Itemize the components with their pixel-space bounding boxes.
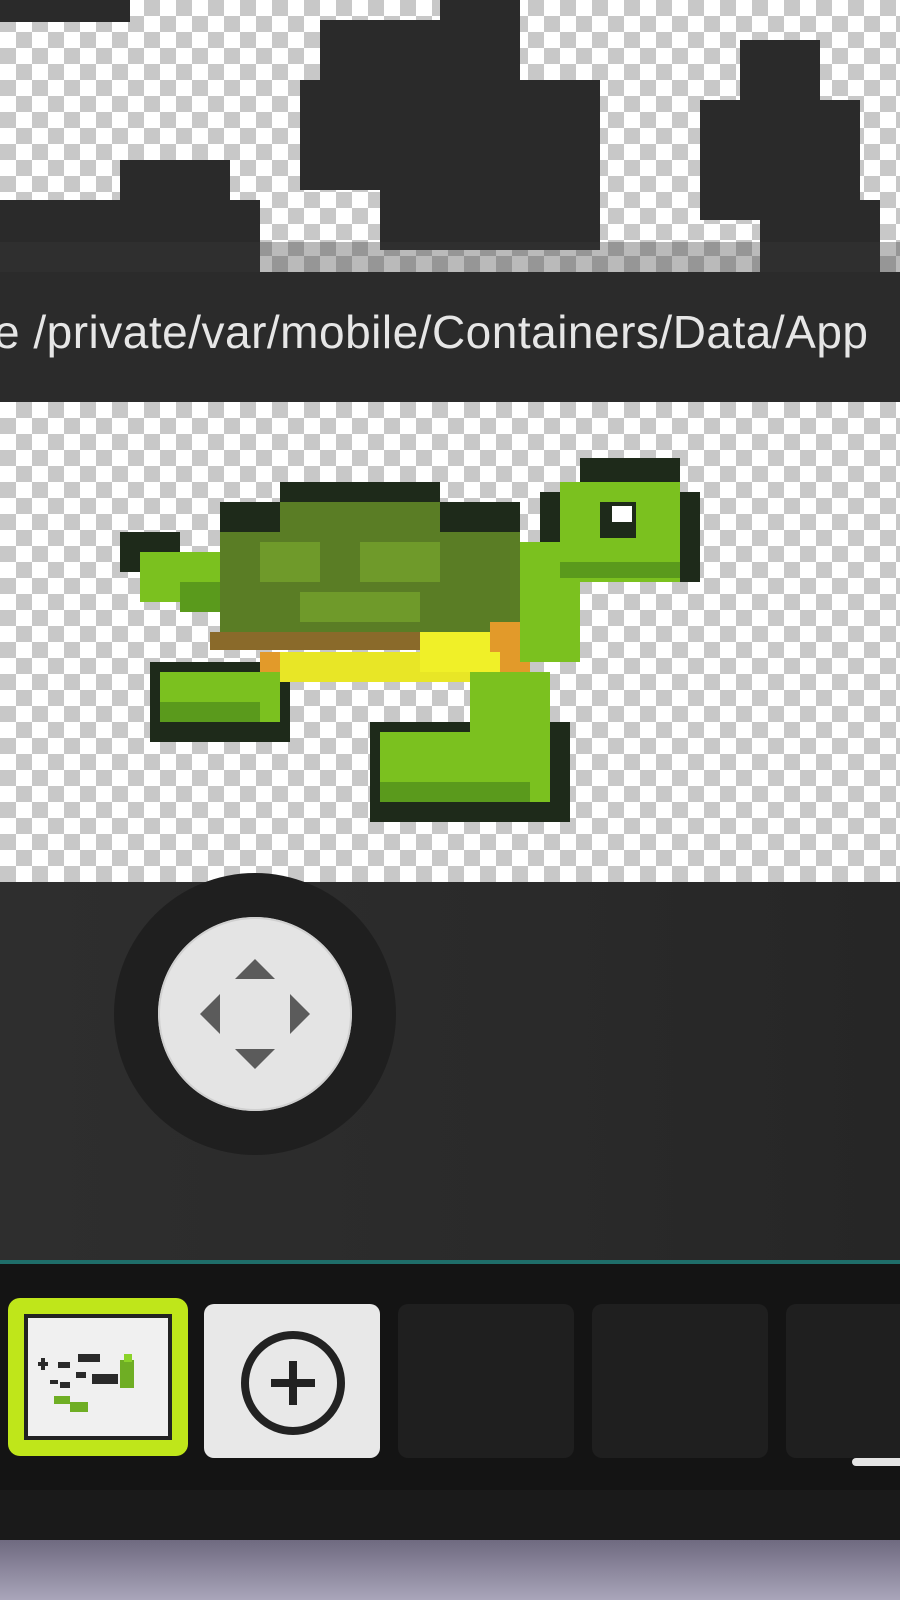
file-path-bar: e /private/var/mobile/Containers/Data/Ap…: [0, 272, 900, 402]
tray-slot-empty[interactable]: [786, 1304, 900, 1458]
plus-circle-icon: [241, 1331, 345, 1435]
dark-pixel-shape: [0, 0, 900, 272]
tray-slot-selected[interactable]: [8, 1298, 188, 1456]
device-bezel: [0, 1540, 900, 1600]
dpad-arrows-icon: [200, 959, 310, 1069]
joystick-knob[interactable]: [158, 917, 352, 1111]
sprite-thumbnail: [24, 1314, 172, 1440]
tray-slot-empty[interactable]: [398, 1304, 574, 1458]
file-path-text: e /private/var/mobile/Containers/Data/Ap…: [0, 306, 869, 358]
sprite-tray: [0, 1264, 900, 1490]
turtle-sprite: [120, 458, 700, 822]
add-sprite-button[interactable]: [204, 1304, 380, 1458]
sprite-editor-screen: e /private/var/mobile/Containers/Data/Ap…: [0, 0, 900, 1600]
scroll-indicator: [852, 1458, 900, 1466]
previous-sprite-frame[interactable]: [0, 0, 900, 272]
joystick[interactable]: [114, 873, 396, 1155]
sprite-canvas[interactable]: [0, 402, 900, 882]
fish-and-turtle-sprites-thumbnail: [38, 1354, 134, 1412]
tray-slot-empty[interactable]: [592, 1304, 768, 1458]
